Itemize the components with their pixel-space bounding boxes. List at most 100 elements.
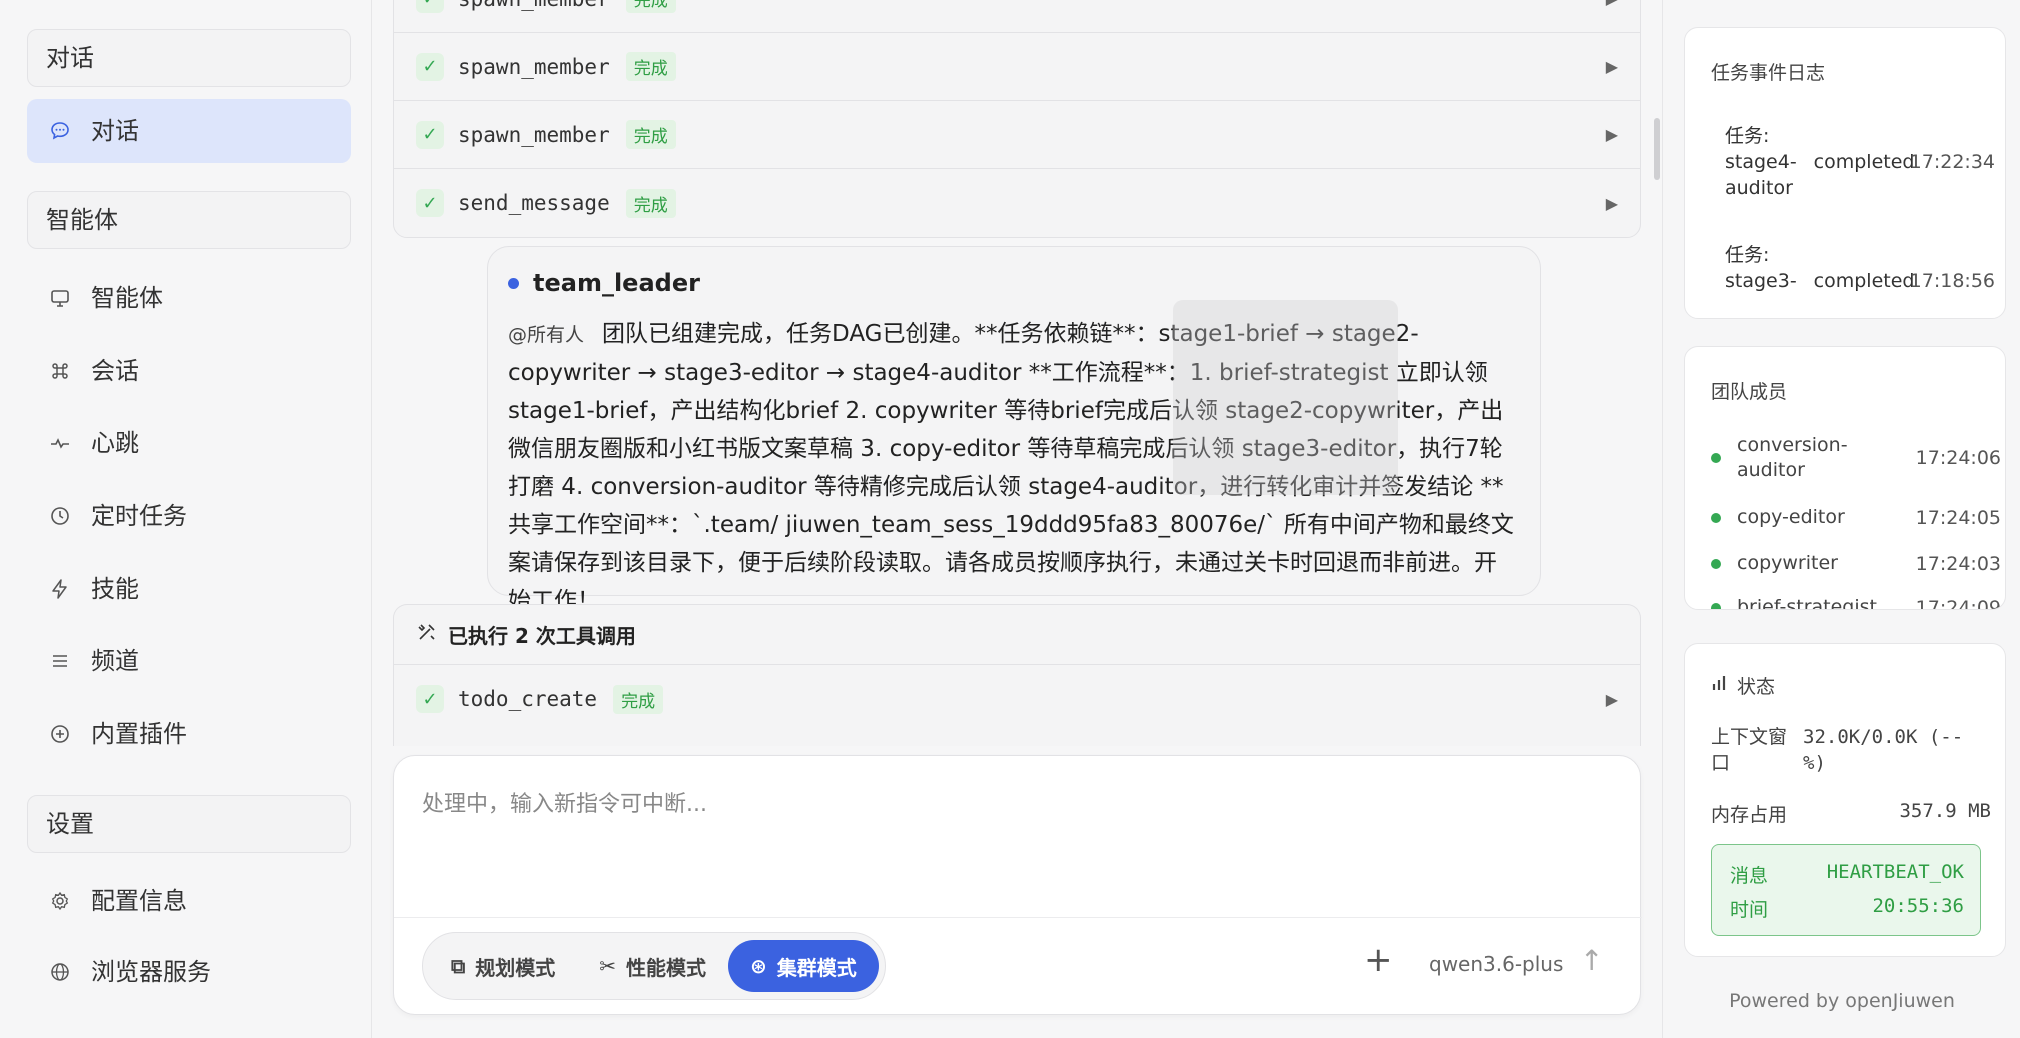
author-name: team_leader: [533, 269, 700, 297]
member-time: 17:24:05: [1915, 506, 2001, 529]
context-value: 32.0K/0.0K (--%): [1803, 726, 1964, 774]
scrollbar[interactable]: [1654, 118, 1660, 180]
sidebar-item-plugins[interactable]: 内置插件: [27, 702, 351, 766]
heartbeat-time-row: 时间 20:55:36: [1730, 895, 1964, 922]
time-value: 20:55:36: [1872, 895, 1964, 917]
online-dot: [1711, 602, 1721, 609]
expand-triangle-icon[interactable]: ▶: [1606, 0, 1618, 8]
mention-tag: @所有人: [508, 324, 585, 346]
sidebar-item-config[interactable]: 配置信息: [27, 869, 351, 933]
tool-name: spawn_member: [458, 0, 610, 11]
floating-overlay: [1173, 300, 1398, 495]
plus-circle-icon: [47, 721, 73, 747]
member-name: copywriter: [1737, 552, 1838, 574]
mode-plan-button[interactable]: ⧉ 规划模式: [429, 940, 577, 992]
member-name: brief-strategist: [1737, 596, 1877, 610]
add-attachment-button[interactable]: +: [1364, 940, 1393, 980]
expand-triangle-icon[interactable]: ▶: [1606, 690, 1618, 709]
check-icon: ✓: [416, 189, 444, 217]
status-title-row: 状态: [1711, 672, 1775, 699]
expand-triangle-icon[interactable]: ▶: [1606, 125, 1618, 144]
member-item[interactable]: copywriter 17:24:03: [1711, 551, 2001, 576]
copy-icon: ⧉: [451, 954, 466, 978]
log-status: completed: [1813, 151, 1915, 173]
chat-input[interactable]: 处理中，输入新指令可中断...: [422, 786, 707, 818]
tool-call-row[interactable]: ✓ spawn_member 完成 ▶: [394, 33, 1640, 101]
right-panel: 任务事件日志 任务: stage4- auditor completed 17:22…: [1662, 0, 2020, 1038]
member-item[interactable]: copy-editor 17:24:05: [1711, 505, 2001, 530]
tool-call-row[interactable]: ✓ send_message 完成 ▶: [394, 169, 1640, 237]
status-badge: 完成: [625, 120, 676, 149]
status-panel: 状态 上下文窗口 32.0K/0.0K (--%) 内存占用 357.9 MB …: [1684, 643, 2006, 957]
sidebar-item-label: 频道: [91, 647, 139, 675]
check-icon: ✓: [416, 0, 444, 13]
members-title: 团队成员: [1711, 381, 1788, 403]
event-log-title: 任务事件日志: [1711, 62, 1826, 84]
mode-label: 集群模式: [776, 955, 857, 980]
team-members-panel: 团队成员 conversion-auditor 17:24:06 copy-ed…: [1684, 346, 2006, 610]
tool-name: send_message: [458, 191, 610, 215]
tool-call-list: ✓ spawn_member 完成 ▶ ✓ spawn_member 完成 ▶ …: [393, 0, 1641, 238]
sidebar-item-label: 浏览器服务: [91, 958, 211, 986]
sidebar-item-channels[interactable]: 频道: [27, 629, 351, 693]
expand-triangle-icon[interactable]: ▶: [1606, 194, 1618, 213]
heartbeat-box: 消息 HEARTBEAT_OK 时间 20:55:36: [1711, 844, 1981, 936]
status-badge: 完成: [625, 188, 676, 218]
tool-call-row[interactable]: ✓ spawn_member 完成 ▶: [394, 0, 1640, 33]
log-task: 任务: stage3-: [1725, 244, 1797, 292]
monitor-icon: [47, 285, 73, 311]
tool-name: spawn_member: [458, 54, 610, 79]
member-item[interactable]: brief-strategist 17:24:09: [1711, 595, 2001, 610]
tools-icon: ✂: [599, 954, 617, 978]
sidebar-item-label: 对话: [91, 117, 139, 145]
mode-cluster-button[interactable]: ⊛ 集群模式: [728, 940, 879, 992]
event-log-panel: 任务事件日志 任务: stage4- auditor completed 17:22…: [1684, 27, 2006, 319]
cluster-icon: ⊛: [750, 954, 767, 978]
send-arrow-icon[interactable]: ↑: [1580, 944, 1603, 977]
status-title: 状态: [1737, 676, 1776, 698]
sidebar-item-agents[interactable]: 智能体: [27, 266, 351, 330]
exec-header[interactable]: 已执行 2 次工具调用: [394, 605, 1640, 665]
expand-triangle-icon[interactable]: ▶: [1606, 57, 1618, 76]
sidebar-item-chat[interactable]: 对话: [27, 99, 351, 163]
chat-bubble-icon: [47, 118, 73, 144]
input-toolbar: ⧉ 规划模式 ✂ 性能模式 ⊛ 集群模式 + qwen3.6-plus ↑: [394, 917, 1642, 1016]
status-badge: 完成: [625, 52, 676, 81]
mode-performance-button[interactable]: ✂ 性能模式: [577, 940, 728, 992]
tool-exec-summary: 已执行 2 次工具调用 ✓ todo_create 完成 ▶: [393, 604, 1641, 746]
memory-value: 357.9 MB: [1899, 800, 1991, 822]
menu-lines-icon: [47, 648, 73, 674]
memory-row: 内存占用 357.9 MB: [1711, 800, 1991, 827]
mode-switcher: ⧉ 规划模式 ✂ 性能模式 ⊛ 集群模式: [422, 932, 886, 1000]
online-dot: [1711, 453, 1721, 463]
gear-icon: [47, 888, 73, 914]
member-item[interactable]: conversion-auditor 17:24:06: [1711, 433, 2001, 483]
msg-label: 消息: [1730, 865, 1769, 887]
log-task: 任务: stage4- auditor: [1725, 125, 1797, 199]
sidebar-item-label: 定时任务: [91, 502, 187, 530]
online-dot: [1711, 512, 1721, 523]
check-icon: ✓: [416, 685, 444, 713]
sidebar-item-label: 内置插件: [91, 720, 187, 748]
clock-icon: [47, 503, 73, 529]
chat-main: ✓ spawn_member 完成 ▶ ✓ spawn_member 完成 ▶ …: [393, 0, 1642, 1038]
log-status: completed: [1813, 270, 1915, 292]
sidebar: 对话 对话 智能体 智能体 会话 心跳 定时任务 技能 频道 内置插件 设置 配…: [0, 0, 372, 1038]
context-label: 上下文窗口: [1711, 726, 1788, 774]
check-icon: ✓: [416, 120, 444, 149]
log-time: 17:18:56: [1909, 270, 1995, 292]
sidebar-item-sessions[interactable]: 会话: [27, 339, 351, 403]
sidebar-item-heartbeat[interactable]: 心跳: [27, 411, 351, 475]
sidebar-item-browser[interactable]: 浏览器服务: [27, 940, 351, 1004]
msg-value: HEARTBEAT_OK: [1826, 861, 1964, 883]
tool-call-row[interactable]: ✓ spawn_member 完成 ▶: [394, 101, 1640, 169]
sidebar-item-skills[interactable]: 技能: [27, 557, 351, 621]
section-agents: 智能体: [27, 191, 351, 249]
heartbeat-msg-row: 消息 HEARTBEAT_OK: [1730, 861, 1964, 888]
context-row: 上下文窗口 32.0K/0.0K (--%): [1711, 724, 1991, 776]
model-selector[interactable]: qwen3.6-plus: [1429, 952, 1563, 976]
sidebar-item-label: 心跳: [91, 429, 139, 457]
tool-call-row[interactable]: ✓ todo_create 完成 ▶: [394, 665, 1640, 733]
sidebar-item-scheduled[interactable]: 定时任务: [27, 484, 351, 548]
member-time: 17:24:06: [1915, 447, 2001, 469]
